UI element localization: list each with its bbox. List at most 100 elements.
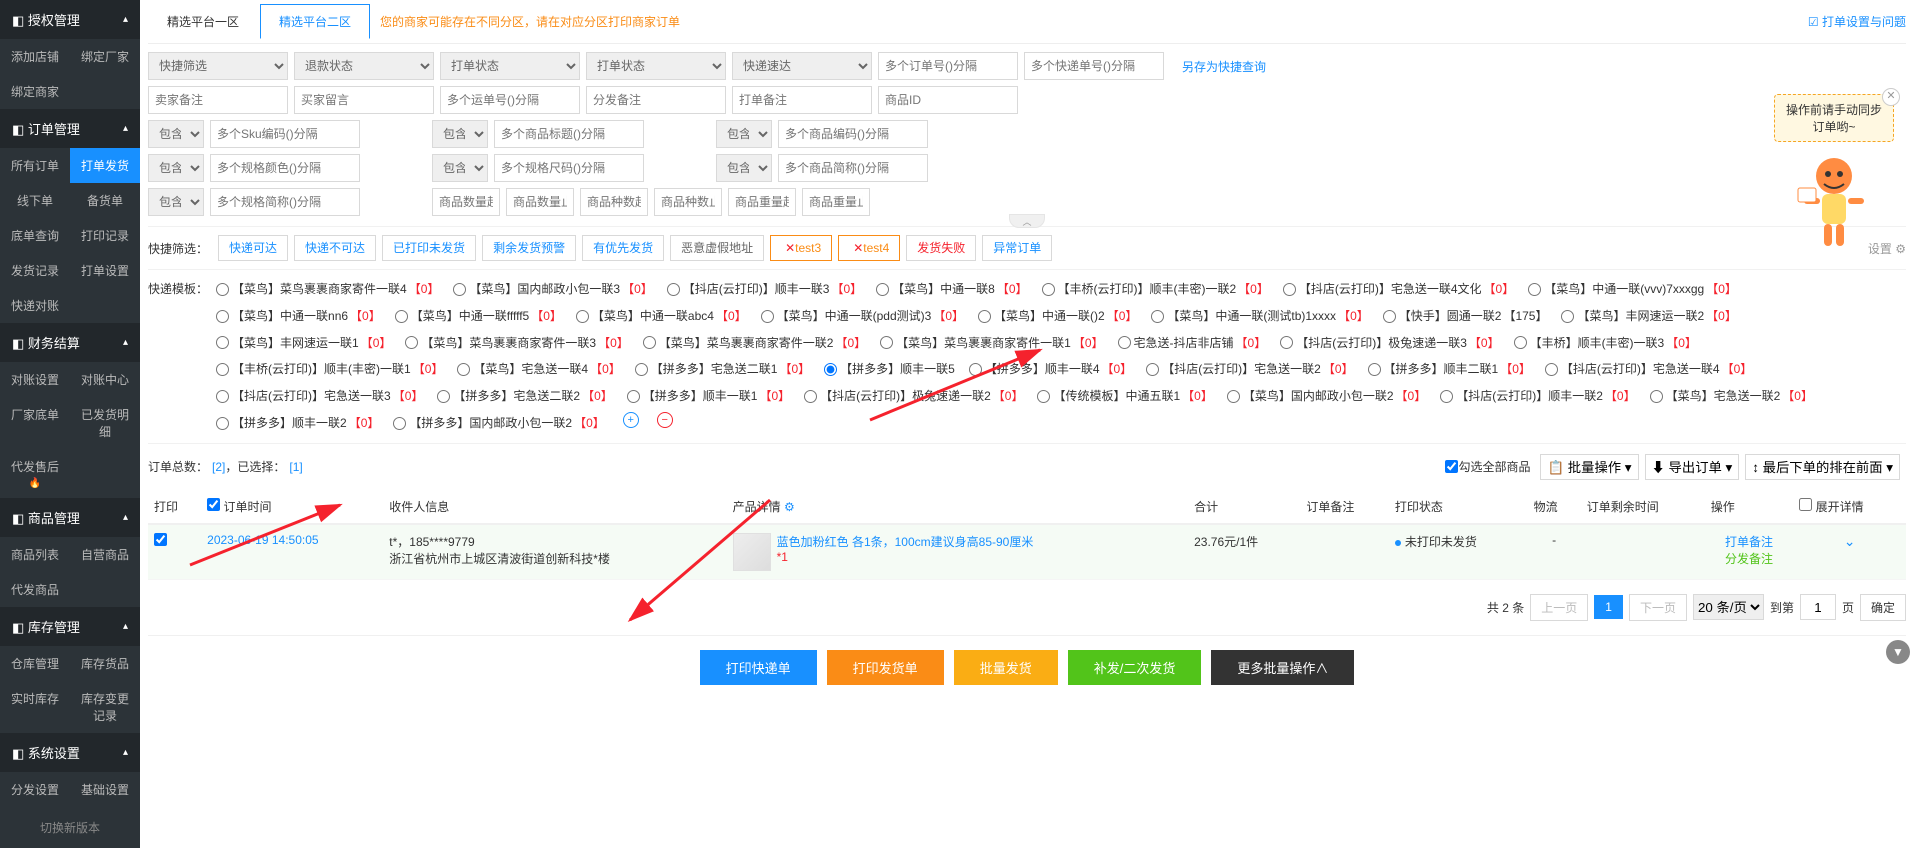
- template-radio[interactable]: 【抖店(云打印)】极兔速递一联2【0】: [804, 385, 1023, 408]
- filter-input[interactable]: [778, 154, 928, 182]
- template-radio[interactable]: 【菜鸟】菜鸟裹裹商家寄件一联3【0】: [405, 332, 628, 355]
- template-radio[interactable]: 【抖店(云打印)】宅急送一联4【0】: [1545, 358, 1752, 381]
- op-dispatch-remark[interactable]: 分发备注: [1711, 550, 1788, 567]
- template-radio[interactable]: 【菜鸟】中通一联(vvv)7xxxgg【0】: [1528, 278, 1737, 301]
- row-checkbox[interactable]: [154, 533, 167, 546]
- filter-select[interactable]: 快捷筛选: [148, 52, 288, 80]
- filter-input[interactable]: [580, 188, 648, 216]
- select-all-goods-checkbox[interactable]: 勾选全部商品: [1445, 458, 1530, 475]
- sidebar-item[interactable]: 发货记录: [0, 253, 70, 288]
- pagination-confirm[interactable]: 确定: [1860, 594, 1906, 621]
- export-orders-dropdown[interactable]: ⬇ 导出订单 ▾: [1645, 454, 1740, 480]
- quick-filter-chip[interactable]: ✕test3: [770, 235, 832, 261]
- filter-input[interactable]: [878, 86, 1018, 114]
- chip-delete-icon[interactable]: ✕: [785, 241, 795, 255]
- sidebar-item[interactable]: 打单发货: [70, 148, 140, 183]
- template-radio[interactable]: 【丰桥(云打印)】顺丰(丰密)一联2【0】: [1042, 278, 1269, 301]
- quick-filter-chip[interactable]: 异常订单: [982, 235, 1052, 261]
- filter-input[interactable]: [210, 154, 360, 182]
- sidebar-item[interactable]: 仓库管理: [0, 646, 70, 681]
- sidebar-item[interactable]: 所有订单: [0, 148, 70, 183]
- sidebar-item[interactable]: 添加店铺: [0, 39, 70, 74]
- pagination-prev[interactable]: 上一页: [1530, 594, 1588, 621]
- sidebar-item[interactable]: 库存变更记录: [70, 681, 140, 733]
- filter-input[interactable]: [1024, 52, 1164, 80]
- pagination-next[interactable]: 下一页: [1629, 594, 1687, 621]
- template-radio[interactable]: 【菜鸟】中通一联(pdd测试)3【0】: [761, 305, 964, 328]
- filter-input[interactable]: [440, 86, 580, 114]
- quick-filter-chip[interactable]: 快递不可达: [294, 235, 376, 261]
- template-radio[interactable]: 【菜鸟】中通一联fffff5【0】: [395, 305, 562, 328]
- filter-input[interactable]: [586, 86, 726, 114]
- template-radio[interactable]: 【抖店(云打印)】宅急送一联2【0】: [1146, 358, 1353, 381]
- template-radio[interactable]: 【拼多多】顺丰一联2【0】: [216, 412, 379, 435]
- filter-input[interactable]: [494, 154, 644, 182]
- template-radio[interactable]: 【抖店(云打印)】顺丰一联3【0】: [667, 278, 862, 301]
- template-add-button[interactable]: +: [623, 412, 639, 428]
- template-radio[interactable]: 【拼多多】顺丰一联1【0】: [627, 385, 790, 408]
- template-radio[interactable]: 【拼多多】顺丰二联1【0】: [1368, 358, 1531, 381]
- quick-save-link[interactable]: 另存为快捷查询: [1182, 58, 1266, 75]
- quick-filter-chip[interactable]: 发货失败: [906, 235, 976, 261]
- collapse-filter-button[interactable]: ︿: [1009, 214, 1045, 228]
- print-ship-button[interactable]: 打印发货单: [827, 650, 944, 685]
- filter-input[interactable]: [732, 86, 872, 114]
- filter-input[interactable]: [494, 120, 644, 148]
- quick-filter-chip[interactable]: 已打印未发货: [382, 235, 476, 261]
- sort-dropdown[interactable]: ↕ 最后下单的排在前面 ▾: [1745, 454, 1900, 480]
- sidebar-item[interactable]: 已发货明细: [70, 397, 140, 449]
- filter-input[interactable]: [878, 52, 1018, 80]
- template-radio[interactable]: 【菜鸟】中通一联nn6【0】: [216, 305, 381, 328]
- sidebar-item[interactable]: 实时库存: [0, 681, 70, 733]
- nav-group-header[interactable]: ◧ 订单管理▴: [0, 109, 140, 148]
- sidebar-item[interactable]: 分发设置: [0, 772, 70, 807]
- sidebar-item[interactable]: 对账中心: [70, 362, 140, 397]
- sidebar-item[interactable]: 备货单: [70, 183, 140, 218]
- template-radio[interactable]: 【抖店(云打印)】宅急送一联4文化【0】: [1283, 278, 1514, 301]
- print-express-button[interactable]: 打印快递单: [700, 650, 817, 685]
- template-radio[interactable]: 【丰桥(云打印)】顺丰(丰密)一联1【0】: [216, 358, 443, 381]
- filter-input[interactable]: [148, 86, 288, 114]
- template-radio[interactable]: 【丰桥】顺丰(丰密)一联3【0】: [1514, 332, 1697, 355]
- sidebar-item[interactable]: 自营商品: [70, 537, 140, 572]
- contains-select[interactable]: 包含: [148, 154, 204, 182]
- template-radio[interactable]: 【菜鸟】丰网速运一联1【0】: [216, 332, 391, 355]
- tab-zone-2[interactable]: 精选平台二区: [260, 4, 370, 39]
- filter-input[interactable]: [654, 188, 722, 216]
- template-radio[interactable]: 【传统模板】中通五联1【0】: [1037, 385, 1212, 408]
- quick-filter-chip[interactable]: 快递可达: [218, 235, 288, 261]
- template-radio[interactable]: 【菜鸟】中通一联()2【0】: [978, 305, 1137, 328]
- scroll-down-button[interactable]: ▼: [1886, 640, 1910, 664]
- nav-group-header[interactable]: ◧ 系统设置▴: [0, 733, 140, 772]
- contains-select[interactable]: 包含: [148, 188, 204, 216]
- template-radio[interactable]: 【菜鸟】中通一联8【0】: [876, 278, 1027, 301]
- expand-row-icon[interactable]: ⌄: [1844, 533, 1856, 549]
- sidebar-item[interactable]: 厂家底单: [0, 397, 70, 449]
- expand-all-checkbox[interactable]: [1799, 498, 1812, 511]
- sidebar-item[interactable]: 商品列表: [0, 537, 70, 572]
- switch-version-button[interactable]: 切换新版本: [0, 807, 140, 848]
- filter-input[interactable]: [294, 86, 434, 114]
- sidebar-item[interactable]: 基础设置: [70, 772, 140, 807]
- template-radio[interactable]: 【菜鸟】中通一联(测试tb)1xxxx【0】: [1151, 305, 1368, 328]
- sidebar-item[interactable]: 绑定厂家: [70, 39, 140, 74]
- sidebar-item[interactable]: 打单设置: [70, 253, 140, 288]
- filter-input[interactable]: [210, 188, 360, 216]
- template-radio[interactable]: 【菜鸟】菜鸟裹裹商家寄件一联2【0】: [643, 332, 866, 355]
- sidebar-item[interactable]: 打印记录: [70, 218, 140, 253]
- filter-input[interactable]: [778, 120, 928, 148]
- template-radio[interactable]: 【拼多多】宅急送二联1【0】: [635, 358, 810, 381]
- filter-select[interactable]: 打单状态: [440, 52, 580, 80]
- more-batch-button[interactable]: 更多批量操作∧: [1211, 650, 1354, 685]
- template-radio[interactable]: 【菜鸟】菜鸟裹裹商家寄件一联1【0】: [880, 332, 1103, 355]
- template-radio[interactable]: 【菜鸟】宅急送一联2【0】: [1650, 385, 1813, 408]
- chip-delete-icon[interactable]: ✕: [853, 241, 863, 255]
- sidebar-item[interactable]: 绑定商家: [0, 74, 70, 109]
- sidebar-item[interactable]: 代发售后: [0, 449, 70, 498]
- template-radio[interactable]: 【拼多多】宅急送二联2【0】: [437, 385, 612, 408]
- reissue-button[interactable]: 补发/二次发货: [1068, 650, 1202, 685]
- batch-ops-dropdown[interactable]: 📋 批量操作 ▾: [1540, 454, 1638, 480]
- sidebar-item[interactable]: 线下单: [0, 183, 70, 218]
- template-radio[interactable]: 【菜鸟】菜鸟裹裹商家寄件一联4【0】: [216, 278, 439, 301]
- filter-input[interactable]: [802, 188, 870, 216]
